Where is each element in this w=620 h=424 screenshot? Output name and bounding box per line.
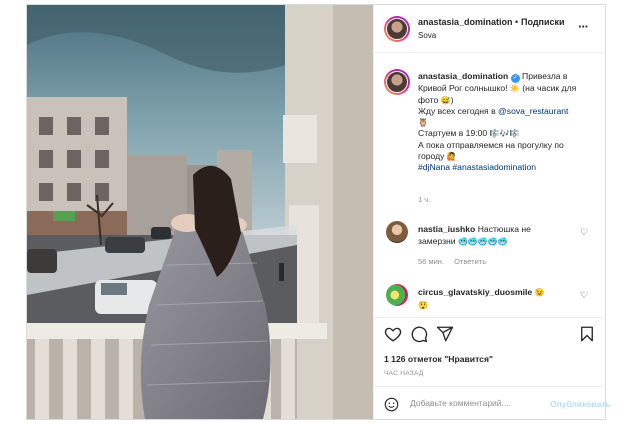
instagram-post: anastasia_domination • Подписки Sova ···… — [26, 4, 611, 420]
caption-username[interactable]: anastasia_domination — [418, 71, 508, 81]
header-separator: • — [515, 17, 519, 27]
author-username-link[interactable]: anastasia_domination — [418, 17, 513, 27]
music-emoji-icon: 🎼🎶🎼 — [489, 129, 520, 139]
comment-username[interactable]: nastia_iushko — [418, 224, 475, 234]
comment-item: circus_glavatskiy_duosmile 😉 😲 — [418, 286, 568, 312]
comment-time[interactable]: 56 мин. — [418, 257, 444, 266]
astonished-emoji-icon: 😲 — [418, 301, 428, 310]
emoji-picker-icon[interactable] — [384, 397, 399, 412]
likes-count[interactable]: 1 126 отметок "Нравится" — [384, 354, 493, 364]
cold-face-emoji-icon: 🥶🥶🥶🥶🥶 — [457, 237, 508, 246]
heart-icon[interactable] — [384, 325, 402, 343]
caption-mention-link[interactable]: @sova_restaurant — [498, 106, 568, 116]
share-icon[interactable] — [436, 325, 454, 343]
comment-username[interactable]: circus_glavatskiy_duosmile — [418, 287, 532, 297]
post-location[interactable]: Sova — [418, 31, 436, 40]
comment-avatar[interactable] — [386, 221, 408, 243]
person-emoji-icon: 🙋 — [446, 151, 457, 161]
caption-text: anastasia_domination ✓ Привезла в Кривой… — [418, 71, 577, 173]
caption-avatar[interactable] — [384, 69, 410, 95]
publish-comment-button[interactable]: Опубликовать — [550, 399, 611, 409]
comment-avatar[interactable] — [386, 284, 408, 306]
verified-badge-icon: ✓ — [510, 74, 520, 83]
comment-item: nastia_iushko Настюшка не замерзни 🥶🥶🥶🥶🥶 — [418, 223, 568, 248]
add-comment-bar: Опубликовать — [374, 386, 611, 420]
emoji-icon: 😅 — [440, 95, 451, 105]
balcony-photo-illustration — [27, 5, 373, 419]
post-time-ago[interactable]: ЧАС НАЗАД — [384, 370, 424, 377]
owl-emoji-icon: 🦉 — [418, 117, 428, 127]
post-header: anastasia_domination • Подписки Sova ··· — [374, 5, 606, 53]
comment-like-heart-icon[interactable]: ♡ — [580, 290, 588, 301]
follow-status-button[interactable]: Подписки — [521, 17, 565, 27]
author-username[interactable]: anastasia_domination • — [418, 17, 518, 27]
more-horizontal-icon[interactable]: ··· — [578, 19, 589, 34]
author-avatar[interactable] — [384, 16, 410, 42]
caption-time[interactable]: 1 ч. — [418, 195, 430, 204]
caption-hashtags[interactable]: #djNana #anastasiadomination — [418, 162, 536, 172]
add-comment-input[interactable] — [410, 395, 530, 411]
caption-line-3: Стартуем в 19:00 — [418, 128, 488, 139]
caption-line-4: А пока отправляемся на прогулку по город… — [418, 139, 564, 161]
sun-emoji-icon: ☀️ — [509, 84, 520, 93]
comment-icon[interactable] — [410, 325, 428, 343]
post-photo[interactable] — [27, 5, 373, 419]
post-side-panel: anastasia_domination • Подписки Sova ···… — [373, 5, 611, 420]
smiley-emoji-icon: 😉 — [534, 288, 545, 297]
comment-meta: 56 мин. Ответить — [418, 257, 494, 266]
comment-like-heart-icon[interactable]: ♡ — [580, 227, 588, 238]
caption-line-2: Жду всех сегодня в — [418, 106, 496, 117]
bookmark-icon[interactable] — [578, 325, 596, 343]
post-actions: 1 126 отметок "Нравится" ЧАС НАЗАД Опубл… — [374, 317, 611, 420]
reply-button[interactable]: Ответить — [454, 257, 486, 266]
